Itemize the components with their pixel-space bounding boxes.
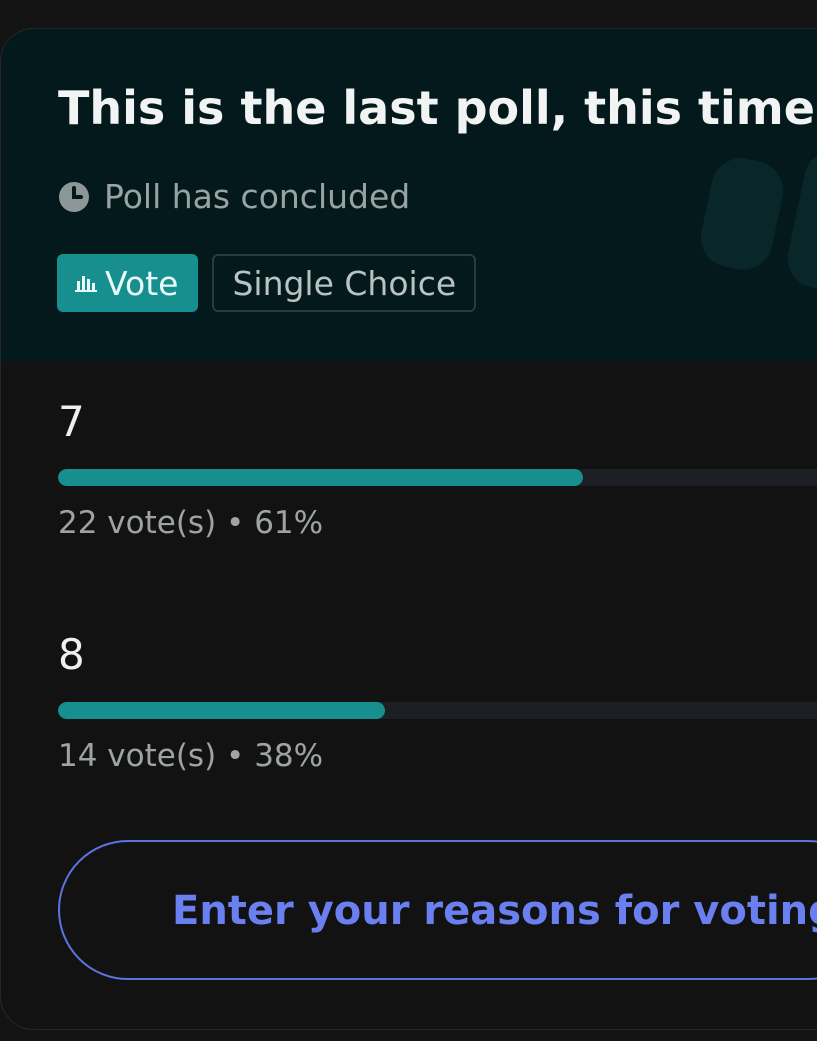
option-votes: 22 vote(s): [58, 505, 217, 541]
option-stats: 22 vote(s) • 61%: [58, 505, 323, 541]
option-percent: 61%: [254, 505, 324, 541]
poll-tags: Vote Single Choice: [57, 254, 477, 312]
option-progress-track: [58, 702, 817, 719]
decorative-shape: [695, 152, 789, 276]
option-progress-fill: [58, 469, 583, 486]
choice-type-label: Single Choice: [232, 263, 457, 303]
option-label: 7: [58, 397, 85, 446]
bar-chart-icon: [75, 276, 97, 292]
enter-reasons-label: Enter your reasons for voting: [172, 888, 817, 934]
choice-type-tag: Single Choice: [212, 254, 477, 312]
enter-reasons-button[interactable]: Enter your reasons for voting: [58, 840, 817, 980]
poll-option[interactable]: 8 14 vote(s) • 38%: [58, 630, 817, 790]
option-progress-fill: [58, 702, 385, 719]
decorative-shape: [782, 144, 817, 294]
option-label: 8: [58, 630, 85, 679]
poll-status-text: Poll has concluded: [104, 177, 411, 216]
option-progress-track: [58, 469, 817, 486]
stats-separator: •: [226, 505, 245, 541]
poll-title: This is the last poll, this time fr: [58, 81, 817, 135]
poll-status: Poll has concluded: [58, 177, 410, 216]
stats-separator: •: [226, 738, 245, 774]
poll-option[interactable]: 7 22 vote(s) • 61%: [58, 397, 817, 557]
vote-tag-label: Vote: [105, 263, 179, 303]
clock-icon: [59, 181, 89, 212]
poll-card: This is the last poll, this time fr Poll…: [0, 28, 817, 1030]
option-stats: 14 vote(s) • 38%: [58, 738, 323, 774]
poll-header: This is the last poll, this time fr Poll…: [1, 29, 817, 361]
option-votes: 14 vote(s): [58, 738, 217, 774]
vote-tag: Vote: [57, 254, 199, 312]
option-percent: 38%: [254, 738, 324, 774]
